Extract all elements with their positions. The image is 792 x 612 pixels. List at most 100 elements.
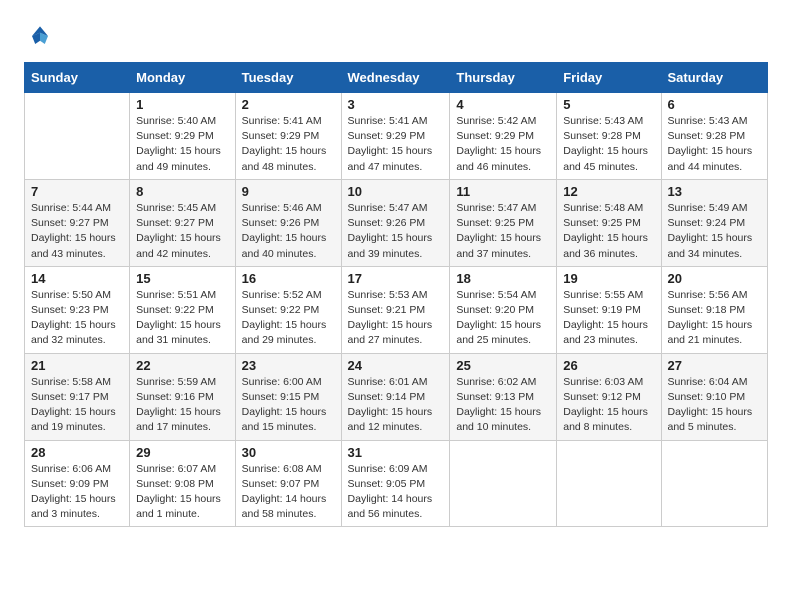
calendar-page: SundayMondayTuesdayWednesdayThursdayFrid… bbox=[0, 0, 792, 547]
day-number: 10 bbox=[348, 184, 444, 199]
day-number: 23 bbox=[242, 358, 335, 373]
day-info: Sunrise: 5:46 AMSunset: 9:26 PMDaylight:… bbox=[242, 201, 335, 262]
calendar-cell: 7 Sunrise: 5:44 AMSunset: 9:27 PMDaylight… bbox=[25, 179, 130, 266]
day-number: 1 bbox=[136, 97, 228, 112]
calendar-cell: 15 Sunrise: 5:51 AMSunset: 9:22 PMDayligh… bbox=[130, 266, 235, 353]
day-number: 26 bbox=[563, 358, 654, 373]
day-number: 15 bbox=[136, 271, 228, 286]
calendar-cell bbox=[557, 440, 661, 527]
day-info: Sunrise: 6:06 AMSunset: 9:09 PMDaylight:… bbox=[31, 462, 123, 523]
day-info: Sunrise: 6:04 AMSunset: 9:10 PMDaylight:… bbox=[668, 375, 762, 436]
weekday-header-row: SundayMondayTuesdayWednesdayThursdayFrid… bbox=[25, 63, 768, 93]
calendar-cell: 1 Sunrise: 5:40 AMSunset: 9:29 PMDaylight… bbox=[130, 93, 235, 180]
calendar-cell: 29 Sunrise: 6:07 AMSunset: 9:08 PMDayligh… bbox=[130, 440, 235, 527]
calendar-cell: 18 Sunrise: 5:54 AMSunset: 9:20 PMDayligh… bbox=[450, 266, 557, 353]
day-info: Sunrise: 6:00 AMSunset: 9:15 PMDaylight:… bbox=[242, 375, 335, 436]
day-number: 29 bbox=[136, 445, 228, 460]
weekday-header-friday: Friday bbox=[557, 63, 661, 93]
weekday-header-tuesday: Tuesday bbox=[235, 63, 341, 93]
weekday-header-saturday: Saturday bbox=[661, 63, 768, 93]
day-number: 31 bbox=[348, 445, 444, 460]
calendar-cell: 11 Sunrise: 5:47 AMSunset: 9:25 PMDayligh… bbox=[450, 179, 557, 266]
day-info: Sunrise: 5:41 AMSunset: 9:29 PMDaylight:… bbox=[242, 114, 335, 175]
day-info: Sunrise: 5:43 AMSunset: 9:28 PMDaylight:… bbox=[668, 114, 762, 175]
day-info: Sunrise: 5:58 AMSunset: 9:17 PMDaylight:… bbox=[31, 375, 123, 436]
day-number: 22 bbox=[136, 358, 228, 373]
day-info: Sunrise: 5:45 AMSunset: 9:27 PMDaylight:… bbox=[136, 201, 228, 262]
day-number: 25 bbox=[456, 358, 550, 373]
calendar-cell: 5 Sunrise: 5:43 AMSunset: 9:28 PMDaylight… bbox=[557, 93, 661, 180]
calendar-cell: 21 Sunrise: 5:58 AMSunset: 9:17 PMDayligh… bbox=[25, 353, 130, 440]
calendar-cell: 28Sunrise: 6:06 AMSunset: 9:09 PMDayligh… bbox=[25, 440, 130, 527]
week-row-5: 28Sunrise: 6:06 AMSunset: 9:09 PMDayligh… bbox=[25, 440, 768, 527]
day-info: Sunrise: 6:08 AMSunset: 9:07 PMDaylight:… bbox=[242, 462, 335, 523]
day-info: Sunrise: 6:07 AMSunset: 9:08 PMDaylight:… bbox=[136, 462, 228, 523]
day-info: Sunrise: 5:48 AMSunset: 9:25 PMDaylight:… bbox=[563, 201, 654, 262]
calendar-cell: 22 Sunrise: 5:59 AMSunset: 9:16 PMDayligh… bbox=[130, 353, 235, 440]
week-row-1: 1 Sunrise: 5:40 AMSunset: 9:29 PMDaylight… bbox=[25, 93, 768, 180]
calendar-cell bbox=[661, 440, 768, 527]
weekday-header-sunday: Sunday bbox=[25, 63, 130, 93]
day-info: Sunrise: 6:02 AMSunset: 9:13 PMDaylight:… bbox=[456, 375, 550, 436]
day-info: Sunrise: 5:50 AMSunset: 9:23 PMDaylight:… bbox=[31, 288, 123, 349]
day-number: 12 bbox=[563, 184, 654, 199]
calendar-cell: 30Sunrise: 6:08 AMSunset: 9:07 PMDayligh… bbox=[235, 440, 341, 527]
week-row-4: 21 Sunrise: 5:58 AMSunset: 9:17 PMDayligh… bbox=[25, 353, 768, 440]
calendar-cell: 27 Sunrise: 6:04 AMSunset: 9:10 PMDayligh… bbox=[661, 353, 768, 440]
weekday-header-wednesday: Wednesday bbox=[341, 63, 450, 93]
day-number: 2 bbox=[242, 97, 335, 112]
logo-icon bbox=[24, 20, 56, 52]
day-number: 24 bbox=[348, 358, 444, 373]
calendar-cell: 9Sunrise: 5:46 AMSunset: 9:26 PMDaylight… bbox=[235, 179, 341, 266]
calendar-cell bbox=[450, 440, 557, 527]
calendar-cell: 12 Sunrise: 5:48 AMSunset: 9:25 PMDayligh… bbox=[557, 179, 661, 266]
day-info: Sunrise: 5:49 AMSunset: 9:24 PMDaylight:… bbox=[668, 201, 762, 262]
calendar-table: SundayMondayTuesdayWednesdayThursdayFrid… bbox=[24, 62, 768, 527]
logo bbox=[24, 20, 60, 52]
day-info: Sunrise: 6:09 AMSunset: 9:05 PMDaylight:… bbox=[348, 462, 444, 523]
day-number: 19 bbox=[563, 271, 654, 286]
day-info: Sunrise: 5:43 AMSunset: 9:28 PMDaylight:… bbox=[563, 114, 654, 175]
day-number: 16 bbox=[242, 271, 335, 286]
day-info: Sunrise: 5:47 AMSunset: 9:25 PMDaylight:… bbox=[456, 201, 550, 262]
day-number: 27 bbox=[668, 358, 762, 373]
day-number: 3 bbox=[348, 97, 444, 112]
day-info: Sunrise: 5:44 AMSunset: 9:27 PMDaylight:… bbox=[31, 201, 123, 262]
day-info: Sunrise: 5:59 AMSunset: 9:16 PMDaylight:… bbox=[136, 375, 228, 436]
day-number: 7 bbox=[31, 184, 123, 199]
calendar-cell bbox=[25, 93, 130, 180]
week-row-2: 7 Sunrise: 5:44 AMSunset: 9:27 PMDaylight… bbox=[25, 179, 768, 266]
day-info: Sunrise: 5:42 AMSunset: 9:29 PMDaylight:… bbox=[456, 114, 550, 175]
day-info: Sunrise: 5:41 AMSunset: 9:29 PMDaylight:… bbox=[348, 114, 444, 175]
day-info: Sunrise: 6:01 AMSunset: 9:14 PMDaylight:… bbox=[348, 375, 444, 436]
day-info: Sunrise: 6:03 AMSunset: 9:12 PMDaylight:… bbox=[563, 375, 654, 436]
weekday-header-thursday: Thursday bbox=[450, 63, 557, 93]
header bbox=[24, 20, 768, 52]
calendar-cell: 6 Sunrise: 5:43 AMSunset: 9:28 PMDaylight… bbox=[661, 93, 768, 180]
calendar-cell: 10 Sunrise: 5:47 AMSunset: 9:26 PMDayligh… bbox=[341, 179, 450, 266]
day-number: 20 bbox=[668, 271, 762, 286]
day-number: 21 bbox=[31, 358, 123, 373]
day-number: 5 bbox=[563, 97, 654, 112]
calendar-cell: 8 Sunrise: 5:45 AMSunset: 9:27 PMDaylight… bbox=[130, 179, 235, 266]
calendar-cell: 23 Sunrise: 6:00 AMSunset: 9:15 PMDayligh… bbox=[235, 353, 341, 440]
day-info: Sunrise: 5:47 AMSunset: 9:26 PMDaylight:… bbox=[348, 201, 444, 262]
calendar-cell: 26 Sunrise: 6:03 AMSunset: 9:12 PMDayligh… bbox=[557, 353, 661, 440]
day-number: 11 bbox=[456, 184, 550, 199]
day-info: Sunrise: 5:54 AMSunset: 9:20 PMDaylight:… bbox=[456, 288, 550, 349]
day-info: Sunrise: 5:40 AMSunset: 9:29 PMDaylight:… bbox=[136, 114, 228, 175]
calendar-cell: 3 Sunrise: 5:41 AMSunset: 9:29 PMDaylight… bbox=[341, 93, 450, 180]
calendar-cell: 20Sunrise: 5:56 AMSunset: 9:18 PMDayligh… bbox=[661, 266, 768, 353]
day-number: 6 bbox=[668, 97, 762, 112]
day-info: Sunrise: 5:51 AMSunset: 9:22 PMDaylight:… bbox=[136, 288, 228, 349]
calendar-cell: 19Sunrise: 5:55 AMSunset: 9:19 PMDayligh… bbox=[557, 266, 661, 353]
calendar-cell: 25 Sunrise: 6:02 AMSunset: 9:13 PMDayligh… bbox=[450, 353, 557, 440]
day-number: 17 bbox=[348, 271, 444, 286]
calendar-cell: 2 Sunrise: 5:41 AMSunset: 9:29 PMDaylight… bbox=[235, 93, 341, 180]
calendar-cell: 24 Sunrise: 6:01 AMSunset: 9:14 PMDayligh… bbox=[341, 353, 450, 440]
day-info: Sunrise: 5:52 AMSunset: 9:22 PMDaylight:… bbox=[242, 288, 335, 349]
day-number: 4 bbox=[456, 97, 550, 112]
day-number: 8 bbox=[136, 184, 228, 199]
day-number: 18 bbox=[456, 271, 550, 286]
calendar-cell: 14Sunrise: 5:50 AMSunset: 9:23 PMDayligh… bbox=[25, 266, 130, 353]
